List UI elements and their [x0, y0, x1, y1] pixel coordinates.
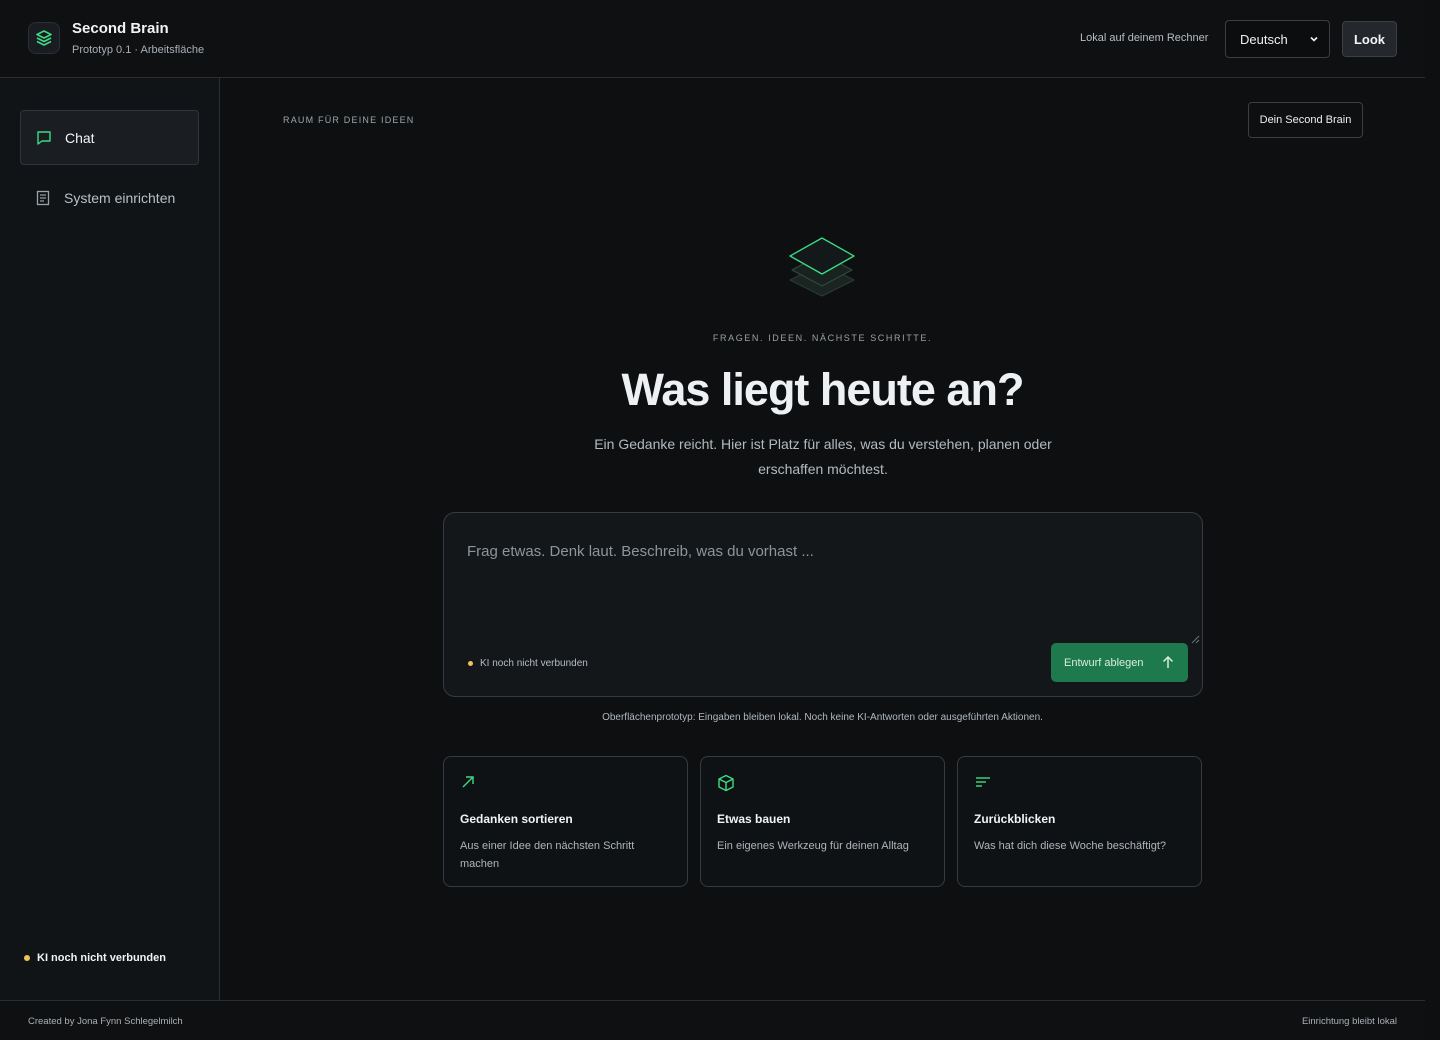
- composer-status: KI noch nicht verbunden: [468, 658, 588, 669]
- chat-bubble-icon: [35, 129, 53, 147]
- page-title: Was liegt heute an?: [621, 364, 1025, 415]
- language-select[interactable]: Deutsch: [1225, 20, 1330, 58]
- second-brain-button[interactable]: Dein Second Brain: [1248, 102, 1363, 138]
- footer-credit: Created by Jona Fynn Schlegelmilch: [28, 1016, 183, 1027]
- sidebar-item-system[interactable]: System einrichten: [20, 170, 199, 225]
- document-icon: [34, 189, 52, 207]
- card-title: Zurückblicken: [974, 812, 1056, 826]
- card-title: Etwas bauen: [717, 812, 791, 826]
- status-dot: [24, 955, 30, 961]
- hero-eyebrow: FRAGEN. IDEEN. NÄCHSTE SCHRITTE.: [712, 333, 933, 343]
- language-selected-value: Deutsch: [1240, 31, 1288, 47]
- hero-subtitle: Ein Gedanke reicht. Hier ist Platz für a…: [594, 436, 1052, 477]
- resize-grip-icon[interactable]: [1190, 631, 1200, 649]
- brand[interactable]: Second Brain Prototyp 0.1 · Arbeitsfläch…: [28, 20, 205, 56]
- top-bar: Second Brain Prototyp 0.1 · Arbeitsfläch…: [0, 0, 1425, 78]
- disclaimer: Oberflächenprototyp: Eingaben bleiben lo…: [602, 712, 1043, 723]
- card-build-something[interactable]: Etwas bauen Ein eigenes Werkzeug für dei…: [700, 756, 945, 887]
- chevron-down-icon: [1309, 32, 1319, 47]
- card-description: Ein eigenes Werkzeug für deinen Alltag: [717, 840, 909, 852]
- ai-status: KI noch nicht verbunden: [24, 952, 166, 964]
- ai-status-label: KI noch nicht verbunden: [37, 952, 166, 964]
- card-description: Aus einer Idee den nächsten Schritt mach…: [460, 840, 635, 870]
- footer: Created by Jona Fynn Schlegelmilch Einri…: [0, 1000, 1425, 1040]
- sidebar-item-chat[interactable]: Chat: [20, 110, 199, 165]
- section-eyebrow: RAUM FÜR DEINE IDEEN: [283, 115, 415, 125]
- composer: Frag etwas. Denk laut. Beschreib, was du…: [443, 512, 1203, 697]
- layers-icon: [786, 234, 858, 311]
- arrow-up-right-icon: [460, 774, 476, 795]
- sidebar-item-label: System einrichten: [64, 189, 176, 206]
- cube-icon: [717, 774, 735, 797]
- submit-draft-label: Entwurf ablegen: [1064, 656, 1144, 669]
- arrow-up-icon: [1162, 655, 1174, 672]
- card-sort-thoughts[interactable]: Gedanken sortieren Aus einer Idee den nä…: [443, 756, 688, 887]
- prompt-input[interactable]: Frag etwas. Denk laut. Beschreib, was du…: [467, 543, 814, 560]
- status-dot: [468, 661, 473, 666]
- card-look-back[interactable]: Zurückblicken Was hat dich diese Woche b…: [957, 756, 1202, 887]
- card-title: Gedanken sortieren: [460, 812, 573, 826]
- look-button[interactable]: Look: [1342, 21, 1397, 57]
- sidebar-item-label: Chat: [65, 129, 95, 146]
- sidebar: Chat System einrichten KI noch nicht ver…: [0, 78, 220, 1000]
- local-label: Lokal auf deinem Rechner: [1080, 32, 1209, 44]
- submit-draft-button[interactable]: Entwurf ablegen: [1051, 643, 1188, 682]
- lines-icon: [974, 774, 992, 795]
- composer-status-label: KI noch nicht verbunden: [480, 658, 588, 669]
- app-title: Second Brain: [72, 20, 169, 37]
- footer-local-note: Einrichtung bleibt lokal: [1301, 1016, 1397, 1027]
- app-subtitle: Prototyp 0.1 · Arbeitsfläche: [72, 44, 205, 56]
- card-description: Was hat dich diese Woche beschäftigt?: [974, 840, 1166, 852]
- layers-icon: [28, 22, 60, 54]
